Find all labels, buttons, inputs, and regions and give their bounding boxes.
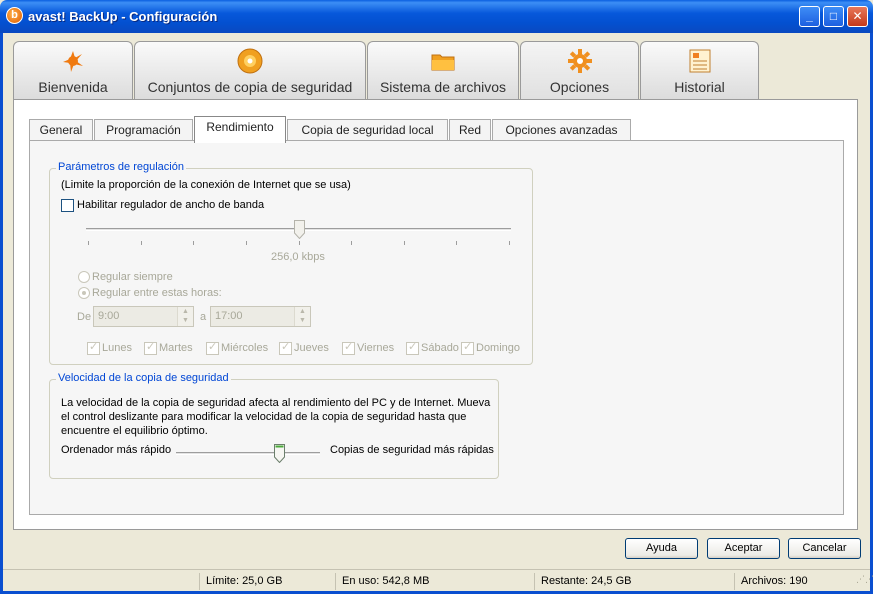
resize-grip-icon[interactable]: ⋰⋰ — [856, 575, 873, 588]
regular-siempre-radio[interactable] — [78, 271, 90, 283]
status-limit: Límite: 25,0 GB — [199, 573, 335, 590]
avast-star-icon — [63, 51, 83, 72]
day-jueves-checkbox[interactable] — [279, 340, 292, 355]
day-martes-checkbox[interactable] — [144, 340, 157, 355]
day-sabado-checkbox[interactable] — [406, 340, 419, 355]
window-title: avast! BackUp - Configuración — [28, 9, 218, 24]
day-domingo-label[interactable]: Domingo — [476, 342, 520, 354]
tab-label: Bienvenida — [38, 79, 108, 95]
speed-description-1: La velocidad de la copia de seguridad af… — [61, 397, 491, 409]
subtab-red[interactable]: Red — [449, 119, 491, 141]
disc-icon — [237, 48, 263, 74]
day-lunes-label[interactable]: Lunes — [102, 342, 132, 354]
tab-label: Sistema de archivos — [379, 79, 507, 95]
day-jueves-label[interactable]: Jueves — [294, 342, 329, 354]
to-label: a — [200, 311, 207, 323]
bandwidth-slider-tick — [403, 241, 405, 245]
tab-bienvenida[interactable]: Bienvenida — [13, 41, 133, 99]
bandwidth-slider-tick — [140, 241, 142, 245]
regular-horas-radio[interactable] — [78, 287, 90, 299]
tab-sistema-archivos[interactable]: Sistema de archivos — [367, 41, 519, 99]
maximize-button[interactable]: □ — [823, 6, 844, 27]
from-time-value: 9:00 — [98, 310, 120, 322]
history-log-icon — [689, 49, 710, 73]
speed-description-2: el control deslizante para modificar la … — [61, 411, 467, 423]
cancel-button[interactable]: Cancelar — [788, 538, 861, 559]
status-files: Archivos: 190 — [734, 573, 854, 590]
bandwidth-slider-tick — [456, 241, 458, 245]
bandwidth-slider-tick — [509, 241, 510, 245]
close-icon: ✕ — [852, 9, 863, 23]
speed-slider-track[interactable] — [176, 452, 320, 455]
speed-description-3: encuentre el equilibrio óptimo. — [61, 425, 208, 437]
avast-logo-icon[interactable]: b — [6, 7, 23, 24]
help-button[interactable]: Ayuda — [625, 538, 698, 559]
gear-icon — [567, 49, 592, 73]
regular-siempre-label[interactable]: Regular siempre — [92, 271, 173, 283]
throttle-description: (Limite la proporción de la conexión de … — [61, 179, 351, 191]
throttle-group-title: Parámetros de regulación — [56, 161, 186, 173]
tab-historial[interactable]: Historial — [640, 41, 759, 99]
regular-horas-label[interactable]: Regular entre estas horas: — [92, 287, 222, 299]
day-miercoles-checkbox[interactable] — [206, 340, 219, 355]
day-martes-label[interactable]: Martes — [159, 342, 193, 354]
bandwidth-slider-thumb[interactable] — [293, 220, 305, 239]
to-time-input[interactable]: 17:00 ▲ ▼ — [210, 306, 311, 327]
to-time-value: 17:00 — [215, 310, 243, 322]
from-time-input[interactable]: 9:00 ▲ ▼ — [93, 306, 194, 327]
minimize-button[interactable]: _ — [799, 6, 820, 27]
day-lunes-checkbox[interactable] — [87, 340, 100, 355]
folder-icon — [431, 54, 455, 71]
day-domingo-checkbox[interactable] — [461, 340, 474, 355]
tab-label: Opciones — [549, 79, 610, 95]
bandwidth-slider-tick — [193, 241, 195, 245]
tab-label: Conjuntos de copia de seguridad — [147, 79, 353, 95]
speed-group-title: Velocidad de la copia de seguridad — [56, 372, 231, 384]
throttle-group: Parámetros de regulación — [49, 161, 533, 365]
minimize-icon: _ — [806, 9, 813, 23]
day-sabado-label[interactable]: Sábado — [421, 342, 459, 354]
tab-opciones[interactable]: Opciones — [520, 41, 639, 99]
bandwidth-slider-tick — [351, 241, 353, 245]
status-remaining: Restante: 24,5 GB — [534, 573, 734, 590]
tab-label: Historial — [674, 79, 725, 95]
day-viernes-checkbox[interactable] — [342, 340, 355, 355]
day-miercoles-label[interactable]: Miércoles — [221, 342, 268, 354]
subtab-programacion[interactable]: Programación — [94, 119, 193, 141]
enable-throttle-label[interactable]: Habilitar regulador de ancho de banda — [77, 199, 264, 211]
bandwidth-value: 256,0 kbps — [271, 251, 325, 263]
status-bar: Límite: 25,0 GB En uso: 542,8 MB Restant… — [3, 569, 873, 591]
maximize-icon: □ — [829, 9, 838, 23]
subtab-general[interactable]: General — [29, 119, 93, 141]
title-bar[interactable]: b avast! BackUp - Configuración _ □ ✕ — [0, 0, 873, 33]
speed-right-label: Copias de seguridad más rápidas — [330, 444, 494, 456]
status-in-use: En uso: 542,8 MB — [335, 573, 534, 590]
from-time-spinner[interactable]: ▲ ▼ — [177, 307, 193, 326]
enable-throttle-checkbox[interactable] — [61, 199, 74, 212]
bandwidth-slider-tick — [298, 241, 300, 245]
speed-slider-thumb[interactable] — [273, 444, 285, 463]
to-time-spinner[interactable]: ▲ ▼ — [294, 307, 310, 326]
day-viernes-label[interactable]: Viernes — [357, 342, 394, 354]
speed-left-label: Ordenador más rápido — [61, 444, 172, 456]
bandwidth-slider-tick — [245, 241, 247, 245]
bandwidth-slider-tick — [88, 241, 89, 245]
subtab-opciones-avanzadas[interactable]: Opciones avanzadas — [492, 119, 631, 141]
tab-conjuntos[interactable]: Conjuntos de copia de seguridad — [134, 41, 366, 99]
accept-button[interactable]: Aceptar — [707, 538, 780, 559]
from-label: De — [77, 311, 92, 323]
subtab-copia-local[interactable]: Copia de seguridad local — [287, 119, 448, 141]
close-button[interactable]: ✕ — [847, 6, 868, 27]
subtab-rendimiento[interactable]: Rendimiento — [194, 116, 286, 143]
